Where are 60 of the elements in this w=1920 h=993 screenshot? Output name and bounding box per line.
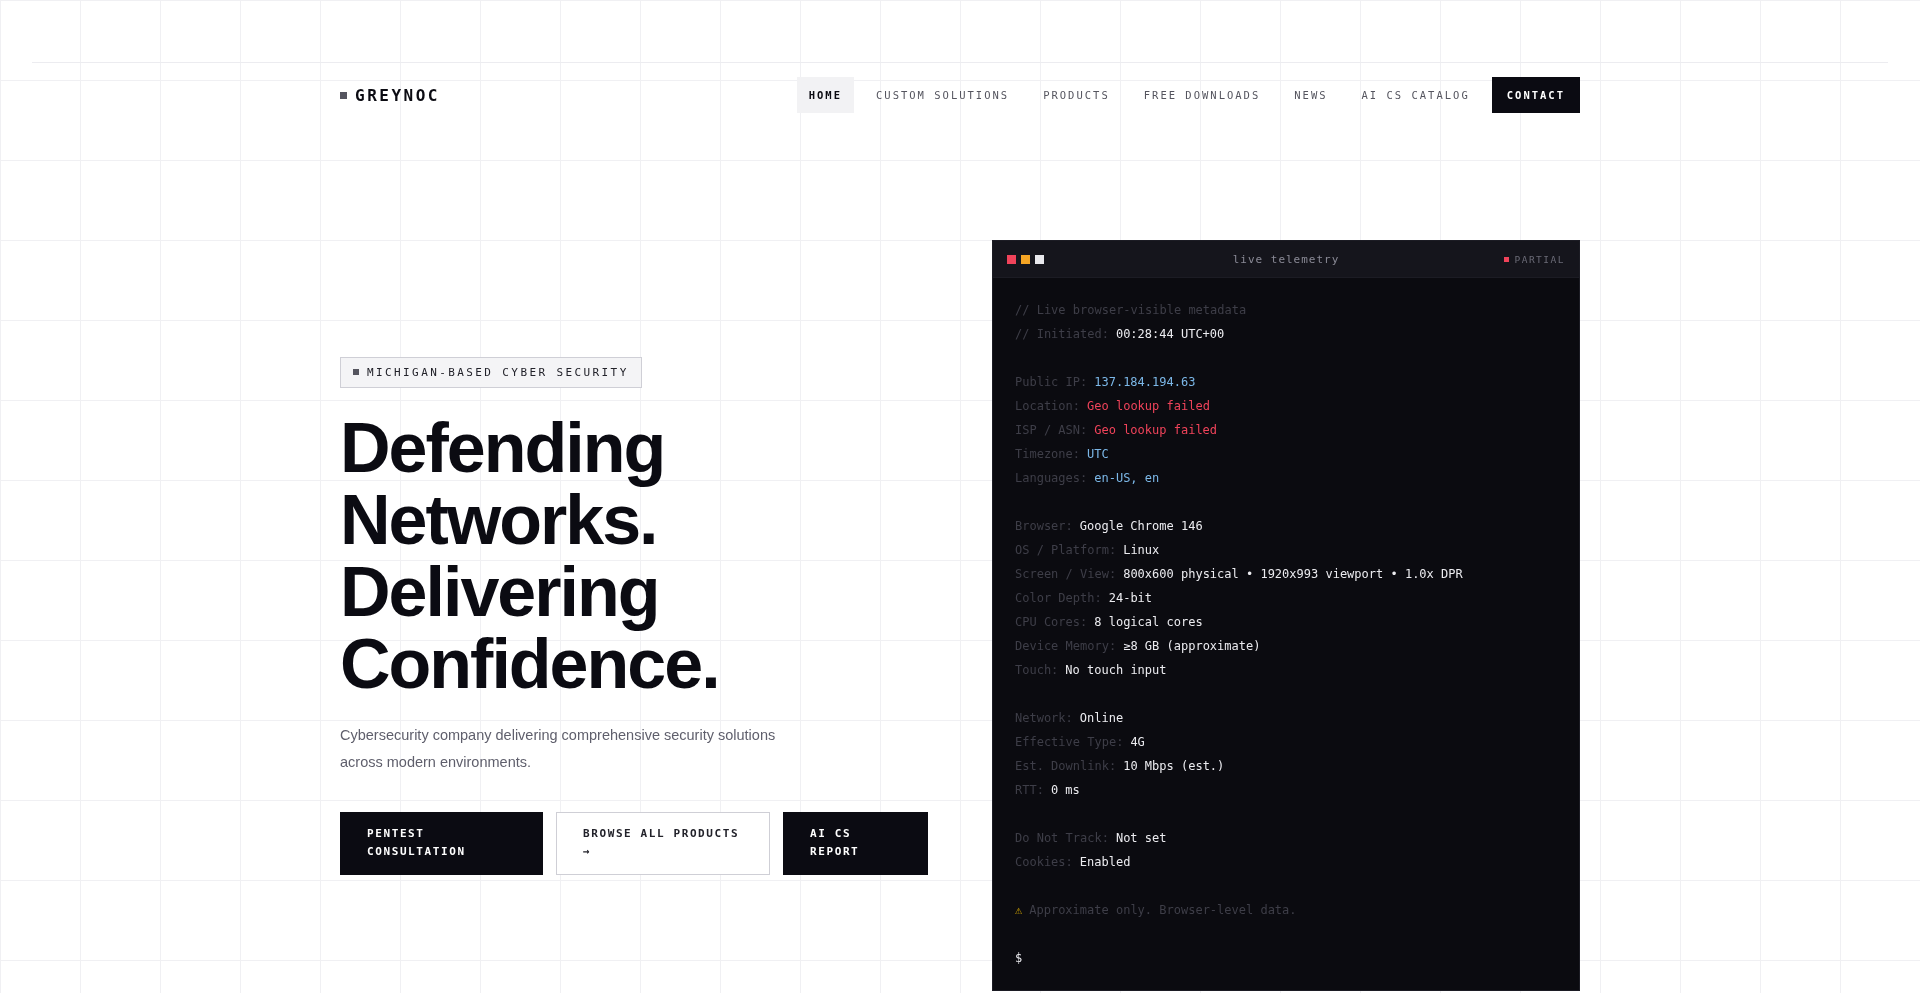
telemetry-value: 4G [1130, 734, 1145, 751]
nav-link[interactable]: FREE DOWNLOADS [1131, 77, 1273, 113]
telemetry-label: Cookies: [1015, 854, 1073, 871]
telemetry-label: Color Depth: [1015, 590, 1102, 607]
telemetry-value: UTC [1087, 446, 1109, 463]
telemetry-label: // Live browser-visible metadata [1015, 302, 1247, 319]
telemetry-value: 0 ms [1050, 782, 1080, 799]
telemetry-value: ≥8 GB (approximate) [1123, 638, 1261, 655]
cta-button[interactable]: AI CS REPORT [783, 811, 928, 875]
square-icon [353, 369, 359, 375]
telemetry-label: Effective Type: [1015, 734, 1124, 751]
telemetry-value: Not set [1115, 830, 1167, 847]
nav-link[interactable]: AI CS CATALOG [1349, 77, 1482, 113]
telemetry-label: Est. Downlink: [1015, 758, 1117, 775]
telemetry-label: Location: [1015, 398, 1081, 415]
telemetry-label: Screen / View: [1015, 566, 1117, 583]
warning-icon: ⚠ [1015, 898, 1023, 922]
telemetry-value: 10 Mbps (est.) [1123, 758, 1225, 775]
telemetry-value: 137.184.194.63 [1094, 374, 1196, 391]
cta-button[interactable]: BROWSE ALL PRODUCTS → [556, 811, 770, 875]
telemetry-value: Linux [1123, 542, 1160, 559]
brand-logo[interactable]: GREYNOC [355, 85, 440, 105]
telemetry-label: // Initiated: [1015, 326, 1109, 343]
telemetry-value: No touch input [1065, 662, 1167, 679]
telemetry-label: Device Memory: [1015, 638, 1117, 655]
telemetry-label: Public IP: [1015, 374, 1088, 391]
telemetry-value: Geo lookup failed [1087, 398, 1210, 415]
telemetry-value: 8 logical cores [1094, 614, 1203, 631]
telemetry-label: Network: [1015, 710, 1073, 727]
telemetry-label: ISP / ASN: [1015, 422, 1088, 439]
contact-button[interactable]: CONTACT [1491, 77, 1580, 113]
nav-link[interactable]: PRODUCTS [1031, 77, 1122, 113]
nav-link[interactable]: CUSTOM SOLUTIONS [864, 77, 1022, 113]
telemetry-value: Online [1079, 710, 1124, 727]
telemetry-label: OS / Platform: [1015, 542, 1117, 559]
telemetry-note: Approximate only. Browser-level data. [1029, 902, 1297, 919]
telemetry-label: Timezone: [1015, 446, 1081, 463]
terminal-title: live telemetry [1232, 252, 1340, 266]
telemetry-value: en-US, en [1094, 470, 1160, 487]
telemetry-value: 800x600 physical • 1920x993 viewport • 1.0x DPR [1123, 566, 1463, 583]
telemetry-value: 24-bit [1108, 590, 1153, 607]
hero-description: Cybersecurity company delivering comprehensive security solutions across modern environments. [340, 725, 777, 772]
telemetry-label: CPU Cores: [1015, 614, 1088, 631]
telemetry-value: Enabled [1079, 854, 1131, 871]
telemetry-label: Do Not Track: [1015, 830, 1109, 847]
telemetry-label: Languages: [1015, 470, 1088, 487]
logo-square-icon [340, 91, 347, 99]
telemetry-label: RTT: [1015, 782, 1044, 799]
shell-prompt: $ [1015, 950, 1024, 967]
nav-link[interactable]: HOME [796, 77, 854, 113]
hero-headline: Defending Networks. Delivering Confidence. [340, 411, 719, 700]
telemetry-label: Browser: [1015, 518, 1073, 535]
telemetry-label: Touch: [1015, 662, 1059, 679]
badge-text: MICHIGAN-BASED CYBER SECURITY [367, 365, 629, 379]
status-label: PARTIAL [1514, 253, 1565, 265]
telemetry-value: Geo lookup failed [1094, 422, 1218, 439]
telemetry-value: Google Chrome 146 [1079, 518, 1203, 535]
telemetry-value: 00:28:44 UTC+00 [1115, 326, 1225, 343]
cta-button[interactable]: PENTEST CONSULTATION [340, 811, 543, 875]
nav-link[interactable]: NEWS [1282, 77, 1340, 113]
